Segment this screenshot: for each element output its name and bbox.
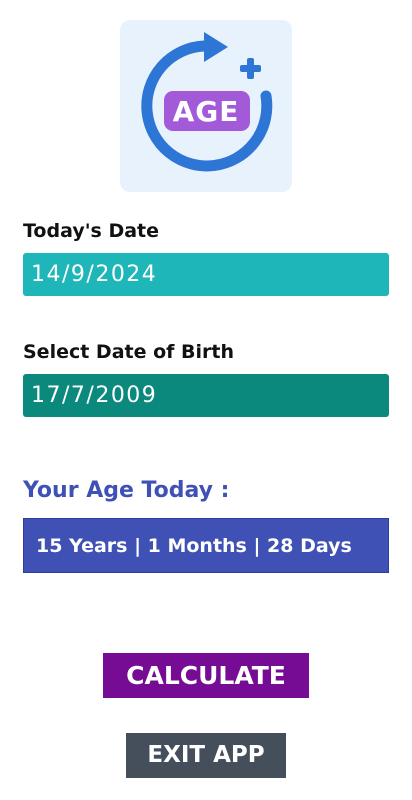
exit-app-button[interactable]: EXIT APP <box>126 733 286 778</box>
age-result-box: 15 Years | 1 Months | 28 Days <box>23 518 389 573</box>
age-calculator-screen: AGE Today's Date 14/9/2024 Select Date o… <box>0 0 412 800</box>
logo-age-text: AGE <box>172 95 240 128</box>
todays-date-field[interactable]: 14/9/2024 <box>23 253 389 296</box>
todays-date-label: Today's Date <box>23 220 160 242</box>
date-of-birth-field[interactable]: 17/7/2009 <box>23 374 389 417</box>
calculate-button[interactable]: CALCULATE <box>103 653 309 698</box>
date-of-birth-label: Select Date of Birth <box>23 341 235 363</box>
age-result-title: Your Age Today : <box>23 478 230 503</box>
app-logo: AGE <box>120 20 292 192</box>
